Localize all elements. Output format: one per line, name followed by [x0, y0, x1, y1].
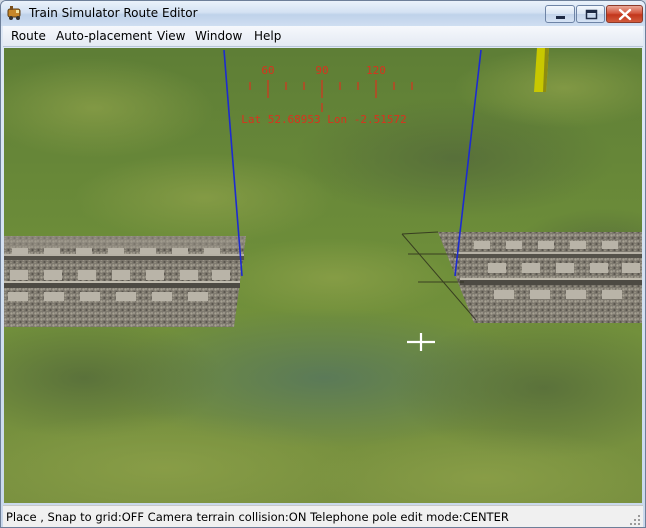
3d-viewport[interactable]: 60 90 120 Lat 52.68953 Lon -2.51572: [4, 48, 642, 503]
maximize-button[interactable]: [576, 5, 605, 23]
track-section-left[interactable]: [4, 236, 246, 327]
window-title: Train Simulator Route Editor: [29, 6, 198, 20]
compass-heading-90: 90: [315, 64, 328, 77]
train-app-icon: [7, 6, 21, 20]
minimize-icon: [556, 16, 565, 19]
compass-heading-120: 120: [366, 64, 386, 77]
close-button[interactable]: [606, 5, 643, 23]
menu-window[interactable]: Window: [195, 29, 242, 43]
app-window: Train Simulator Route Editor Route Auto-…: [0, 0, 646, 528]
minimize-button[interactable]: [545, 5, 575, 23]
camera-coordinates: Lat 52.68953 Lon -2.51572: [241, 113, 407, 126]
menu-auto-placement[interactable]: Auto-placement: [56, 29, 152, 43]
title-bar[interactable]: Train Simulator Route Editor: [1, 1, 645, 26]
menu-view[interactable]: View: [157, 29, 185, 43]
menu-route[interactable]: Route: [11, 29, 46, 43]
status-bar: Place , Snap to grid:OFF Camera terrain …: [3, 505, 643, 527]
close-icon: [618, 8, 632, 21]
menu-bar: Route Auto-placement View Window Help: [3, 26, 643, 47]
menu-help[interactable]: Help: [254, 29, 281, 43]
compass-heading-60: 60: [261, 64, 274, 77]
resize-grip-icon[interactable]: [629, 514, 641, 526]
status-text: Place , Snap to grid:OFF Camera terrain …: [6, 510, 509, 524]
scene-canvas[interactable]: 60 90 120 Lat 52.68953 Lon -2.51572: [4, 48, 642, 503]
maximize-icon: [585, 9, 598, 20]
